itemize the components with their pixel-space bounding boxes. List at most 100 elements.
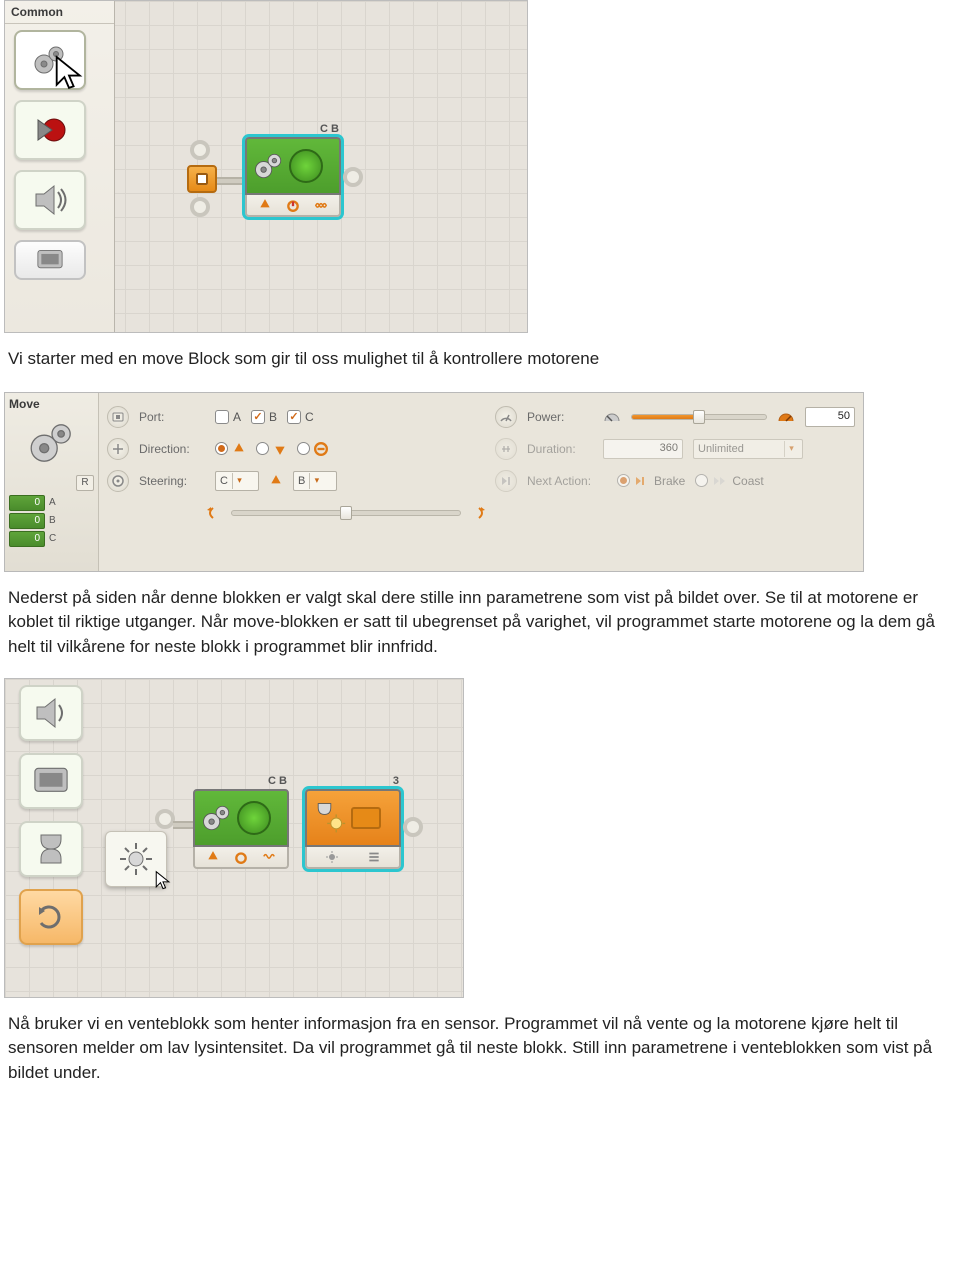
gears-icon [251,148,287,184]
direction-icon [107,438,129,460]
steering-slider-row [107,497,487,529]
palette-loop-block[interactable] [19,889,83,945]
infinity-icon [314,198,328,212]
port-label: Port: [139,410,205,424]
next-action-icon [495,470,517,492]
move-block[interactable]: C B [245,137,341,217]
move-block-ports-label: C B [320,123,339,135]
port-readout: R 0A 0B 0C [9,475,94,547]
power-value-field[interactable]: 50 [805,407,855,427]
display-icon [30,247,70,273]
duration-value-field[interactable]: 360 [603,439,683,459]
arrow-up-icon [232,442,246,456]
port-b-label: B [49,515,61,526]
block-palette: Common [5,1,115,332]
paragraph-3: Nå bruker vi en venteblokk som henter in… [8,1012,952,1086]
arrow-up-icon [206,850,220,864]
power-row: Power: 50 [495,401,855,433]
port-b-checkbox[interactable]: B [251,410,277,424]
power-max-icon [777,410,795,424]
config-left-pane: Move R 0A 0B 0C [5,393,99,571]
port-a-checkbox[interactable]: A [215,410,241,424]
steering-icon [107,470,129,492]
paragraph-2: Nederst på siden når denne blokken er va… [8,586,952,660]
stop-icon [314,442,328,456]
wait-sensor-flyout[interactable] [105,831,167,887]
paragraph-1: Vi starter med en move Block som gir til… [8,347,952,372]
hourglass-light-icon [311,800,347,836]
duration-label: Duration: [527,442,593,456]
light-sensor-icon [116,839,156,879]
beam-connector [155,809,175,829]
power-icon [495,406,517,428]
port-a-value: 0 [9,495,45,511]
port-c-label: C [49,533,61,544]
beam-connector-bottom [190,197,210,217]
direction-label: Direction: [139,442,205,456]
display-icon [28,761,74,801]
light-sensor-small-icon [325,850,339,864]
duration-icon [495,438,517,460]
record-play-icon [27,110,73,150]
palette-sound-block[interactable] [19,685,83,741]
steering-label: Steering: [139,474,205,488]
palette-record-block[interactable] [14,100,86,160]
steering-row: Steering: C▾ B▾ [107,465,487,497]
next-action-label: Next Action: [527,474,607,488]
hourglass-icon [28,829,74,869]
move-block-ports-label: C B [268,775,287,787]
port-a-label: A [49,497,61,508]
steering-right-select[interactable]: B▾ [293,471,337,491]
direction-backward-radio[interactable] [256,442,287,456]
steer-right-icon [471,506,487,520]
power-dial-icon [286,198,300,212]
wait-light-block[interactable]: 3 [305,789,401,869]
arrow-down-icon [273,442,287,456]
palette-wait-block[interactable] [19,821,83,877]
port-b-value: 0 [9,513,45,529]
screenshot-nxt-canvas-2: C B 3 [4,678,464,998]
port-c-checkbox[interactable]: C [287,410,314,424]
chevron-down-icon: ▾ [309,473,323,489]
direction-forward-radio[interactable] [215,442,246,456]
wait-output-tab [351,807,381,829]
next-action-row: Next Action: Brake Coast [495,465,855,497]
palette-move-block[interactable] [14,30,86,90]
beam-segment [217,177,245,185]
power-dial-icon [234,850,248,864]
screenshot-move-config-panel: Move R 0A 0B 0C Port: A B C Direction: [4,392,864,572]
loop-icon [28,897,74,937]
infinity-icon [262,850,276,864]
steer-left-icon [205,506,221,520]
cursor-icon [154,870,172,892]
chevron-down-icon: ▾ [784,441,798,457]
power-label: Power: [527,410,593,424]
coast-radio[interactable]: Coast [695,474,763,488]
direction-stop-radio[interactable] [297,442,328,456]
reset-tab[interactable]: R [76,475,94,491]
duration-mode-select[interactable]: Unlimited▾ [693,439,803,459]
screenshot-nxt-canvas-1: Common [4,0,528,333]
beam-segment [173,821,193,829]
palette-display-block[interactable] [14,240,86,280]
list-icon [367,850,381,864]
move-block[interactable]: C B [193,789,289,869]
beam-connector-top [190,140,210,160]
steering-left-select[interactable]: C▾ [215,471,259,491]
port-c-value: 0 [9,531,45,547]
port-row: Port: A B C [107,401,487,433]
palette-sound-block[interactable] [14,170,86,230]
move-direction-indicator [289,149,323,183]
power-min-icon [603,410,621,424]
chevron-down-icon: ▾ [232,473,246,489]
cursor-icon [46,54,92,94]
steering-slider[interactable] [231,510,461,516]
sequence-start[interactable] [187,165,217,193]
duration-row: Duration: 360 Unlimited▾ [495,433,855,465]
coast-icon [712,475,728,487]
brake-icon [634,475,650,487]
brake-radio[interactable]: Brake [617,474,685,488]
speaker-icon [28,693,74,733]
power-slider[interactable] [631,414,767,420]
palette-display-block[interactable] [19,753,83,809]
